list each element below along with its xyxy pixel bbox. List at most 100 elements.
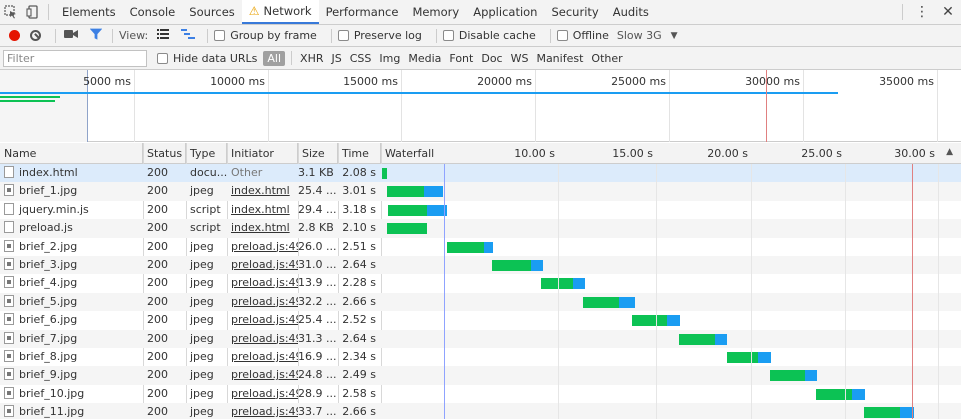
- waterfall-overview-icon[interactable]: [181, 29, 196, 42]
- checkbox-box[interactable]: [214, 30, 226, 41]
- column-header-size[interactable]: Size: [298, 143, 338, 164]
- table-row[interactable]: brief_10.jpg 200 jpeg preload.js:49 28.9 ...…: [0, 385, 961, 403]
- tab-network[interactable]: ⚠ Network: [241, 0, 319, 24]
- cell-initiator[interactable]: preload.js:49: [227, 293, 298, 311]
- type-filter-font[interactable]: Font: [445, 51, 477, 66]
- cell-initiator[interactable]: preload.js:49: [227, 385, 298, 403]
- waterfall-bar-download[interactable]: [531, 260, 543, 271]
- table-row[interactable]: brief_6.jpg 200 jpeg preload.js:49 25.4 ... 2…: [0, 311, 961, 329]
- type-filter-doc[interactable]: Doc: [477, 51, 506, 66]
- inspect-element-icon[interactable]: [0, 0, 22, 24]
- sort-ascending-icon[interactable]: ▲: [946, 147, 953, 157]
- offline-checkbox[interactable]: Offline: [556, 29, 609, 42]
- overview-selection-window[interactable]: [0, 70, 88, 142]
- cell-initiator[interactable]: preload.js:49: [227, 274, 298, 292]
- type-filter-ws[interactable]: WS: [507, 51, 533, 66]
- cell-name[interactable]: brief_6.jpg: [0, 311, 143, 329]
- table-row[interactable]: brief_4.jpg 200 jpeg preload.js:49 13.9 ... 2…: [0, 274, 961, 292]
- type-filter-img[interactable]: Img: [375, 51, 404, 66]
- table-row[interactable]: brief_3.jpg 200 jpeg preload.js:49 31.0 ... 2…: [0, 256, 961, 275]
- type-filter-media[interactable]: Media: [404, 51, 445, 66]
- cell-name[interactable]: brief_2.jpg: [0, 238, 143, 256]
- kebab-icon[interactable]: ⋮: [909, 0, 935, 24]
- table-row[interactable]: brief_1.jpg 200 jpeg index.html 25.4 ... 3.01…: [0, 182, 961, 201]
- column-header-type[interactable]: Type: [186, 143, 227, 164]
- cell-name[interactable]: brief_8.jpg: [0, 348, 143, 366]
- table-row[interactable]: brief_8.jpg 200 jpeg preload.js:49 16.9 ... 2…: [0, 348, 961, 366]
- cell-name[interactable]: jquery.min.js: [0, 201, 143, 219]
- waterfall-bar-download[interactable]: [619, 296, 635, 308]
- disable-cache-checkbox[interactable]: Disable cache: [442, 29, 536, 42]
- waterfall-bar-download[interactable]: [758, 352, 771, 363]
- cell-name[interactable]: brief_10.jpg: [0, 385, 143, 403]
- column-header-status[interactable]: Status: [143, 143, 186, 164]
- cell-initiator[interactable]: preload.js:49: [227, 366, 298, 384]
- tab-security[interactable]: Security: [544, 0, 605, 24]
- device-toolbar-icon[interactable]: [22, 0, 44, 24]
- throttling-select[interactable]: Slow 3G: [617, 29, 662, 42]
- type-filter-js[interactable]: JS: [328, 51, 346, 66]
- table-row[interactable]: preload.js 200 script index.html 2.8 KB 2.10 …: [0, 219, 961, 238]
- cell-initiator[interactable]: preload.js:49: [227, 403, 298, 419]
- waterfall-bar-download[interactable]: [805, 370, 817, 382]
- tab-sources[interactable]: Sources: [182, 0, 242, 24]
- waterfall-bar-waiting[interactable]: [387, 186, 424, 198]
- cell-name[interactable]: index.html: [0, 164, 143, 182]
- filter-input[interactable]: [3, 49, 147, 67]
- waterfall-bar-waiting[interactable]: [583, 296, 619, 308]
- waterfall-bar-waiting[interactable]: [492, 260, 531, 271]
- cell-name[interactable]: brief_7.jpg: [0, 330, 143, 348]
- waterfall-bar-download[interactable]: [667, 315, 680, 327]
- cell-name[interactable]: brief_9.jpg: [0, 366, 143, 384]
- cell-initiator[interactable]: preload.js:49: [227, 238, 298, 256]
- waterfall-bar-waiting[interactable]: [770, 370, 805, 382]
- dropdown-triangle-icon[interactable]: ▼: [671, 31, 678, 41]
- waterfall-bar-download[interactable]: [424, 186, 443, 198]
- table-row[interactable]: brief_9.jpg 200 jpeg preload.js:49 24.8 ... 2…: [0, 366, 961, 385]
- type-filter-other[interactable]: Other: [587, 51, 626, 66]
- network-overview[interactable]: 5000 ms 10000 ms 15000 ms 20000 ms 25000 ms 3…: [0, 70, 961, 142]
- table-row[interactable]: jquery.min.js 200 script index.html 29.4 ...…: [0, 201, 961, 219]
- waterfall-bar-waiting[interactable]: [541, 278, 573, 290]
- waterfall-bar-waiting[interactable]: [447, 241, 484, 253]
- type-filter-all[interactable]: All: [263, 50, 286, 66]
- table-row[interactable]: brief_2.jpg 200 jpeg preload.js:49 26.0 ... 2…: [0, 238, 961, 256]
- cell-initiator[interactable]: preload.js:49: [227, 330, 298, 348]
- type-filter-manifest[interactable]: Manifest: [532, 51, 587, 66]
- close-icon[interactable]: ✕: [935, 0, 961, 24]
- screenshot-camera-icon[interactable]: [64, 29, 78, 42]
- waterfall-bar-download[interactable]: [573, 278, 585, 290]
- waterfall-bar-download[interactable]: [715, 333, 727, 345]
- cell-initiator[interactable]: preload.js:49: [227, 256, 298, 274]
- cell-name[interactable]: brief_11.jpg: [0, 403, 143, 419]
- hide-data-urls-checkbox[interactable]: Hide data URLs: [157, 52, 257, 65]
- type-filter-css[interactable]: CSS: [346, 51, 376, 66]
- preserve-log-checkbox[interactable]: Preserve log: [337, 29, 422, 42]
- column-header-initiator[interactable]: Initiator: [227, 143, 298, 164]
- tab-audits[interactable]: Audits: [606, 0, 656, 24]
- column-header-waterfall[interactable]: Waterfall: [381, 143, 961, 164]
- tab-console[interactable]: Console: [123, 0, 183, 24]
- checkbox-box[interactable]: [556, 30, 568, 41]
- waterfall-bar-waiting[interactable]: [387, 223, 427, 235]
- table-row[interactable]: brief_11.jpg 200 jpeg preload.js:49 33.7 ...…: [0, 403, 961, 419]
- cell-initiator[interactable]: index.html: [227, 182, 298, 200]
- waterfall-bar-waiting[interactable]: [679, 333, 715, 345]
- cell-name[interactable]: preload.js: [0, 219, 143, 237]
- column-header-time[interactable]: Time: [338, 143, 381, 164]
- cell-name[interactable]: brief_4.jpg: [0, 274, 143, 292]
- waterfall-bar-waiting[interactable]: [864, 407, 900, 419]
- cell-initiator[interactable]: index.html: [227, 201, 298, 219]
- cell-name[interactable]: brief_3.jpg: [0, 256, 143, 274]
- cell-initiator[interactable]: preload.js:49: [227, 311, 298, 329]
- tab-performance[interactable]: Performance: [319, 0, 406, 24]
- waterfall-bar-waiting[interactable]: [727, 352, 758, 363]
- tab-memory[interactable]: Memory: [405, 0, 466, 24]
- group-by-frame-checkbox[interactable]: Group by frame: [214, 29, 317, 42]
- waterfall-bar-download[interactable]: [484, 241, 493, 253]
- checkbox-box[interactable]: [157, 52, 168, 64]
- clear-icon[interactable]: [30, 30, 41, 41]
- tab-application[interactable]: Application: [466, 0, 544, 24]
- table-row[interactable]: index.html 200 docu... Other 3.1 KB 2.08 s: [0, 164, 961, 183]
- cell-initiator[interactable]: Other: [227, 164, 298, 182]
